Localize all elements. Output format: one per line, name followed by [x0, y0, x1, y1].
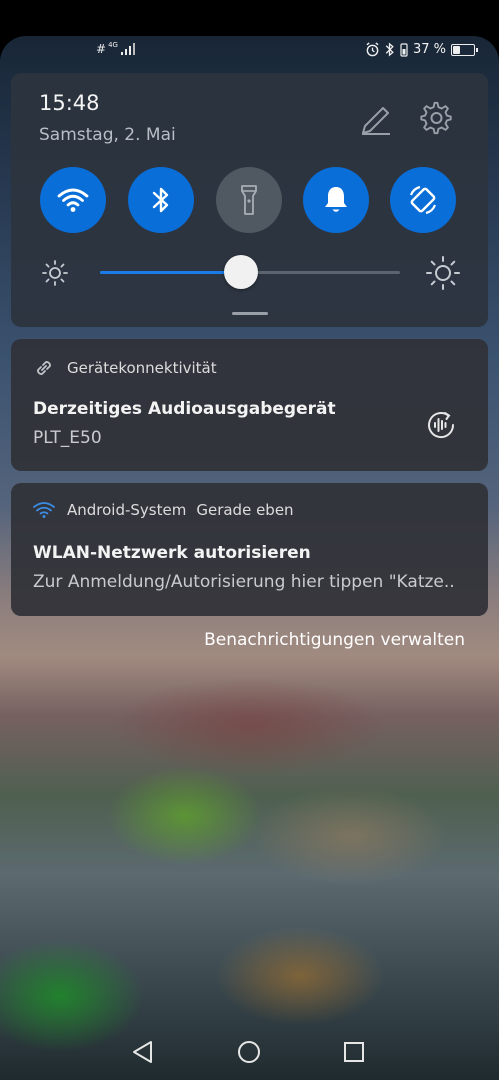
quick-settings-panel: 15:48 Samstag, 2. Mai — [11, 73, 488, 327]
wifi-icon — [57, 188, 89, 212]
notification-title: Derzeitiges Audioausgabegerät — [33, 399, 336, 419]
battery-level-fill — [453, 45, 460, 54]
notification-time: Gerade eben — [196, 501, 294, 519]
audio-switch-icon[interactable] — [424, 408, 458, 442]
alarm-icon — [366, 42, 379, 57]
battery-percent: 37 % — [412, 42, 446, 57]
notification-header: Android-System Gerade eben — [33, 501, 294, 519]
recents-icon[interactable] — [343, 1041, 365, 1063]
status-right: 37 % — [365, 42, 478, 57]
home-icon[interactable] — [237, 1040, 261, 1064]
sound-toggle[interactable] — [303, 167, 369, 233]
flashlight-toggle[interactable] — [216, 167, 282, 233]
settings-gear-icon[interactable] — [419, 101, 455, 137]
clock-time[interactable]: 15:48 — [39, 91, 100, 115]
network-type: 4G — [108, 41, 118, 49]
hash-icon: # — [96, 42, 107, 56]
notification-app-name: Android-System — [67, 501, 187, 519]
notification-header: Gerätekonnektivität — [33, 357, 217, 379]
notification-body: PLT_E50 — [33, 428, 102, 448]
brightness-slider-fill — [100, 271, 241, 274]
back-icon[interactable] — [131, 1040, 155, 1064]
auto-rotate-icon — [409, 185, 437, 215]
edit-pencil-icon[interactable] — [359, 103, 393, 137]
bluetooth-toggle[interactable] — [128, 167, 194, 233]
date-label[interactable]: Samstag, 2. Mai — [39, 125, 176, 145]
brightness-low-icon — [42, 260, 68, 286]
signal-icon — [120, 43, 135, 55]
notification-android-system[interactable]: Android-System Gerade eben WLAN-Netzwerk… — [11, 483, 488, 616]
flashlight-icon — [241, 185, 257, 215]
phone-battery-small-icon — [400, 43, 408, 57]
brightness-slider[interactable] — [100, 255, 400, 289]
notification-title: WLAN-Netzwerk autorisieren — [33, 543, 311, 563]
brightness-slider-thumb[interactable] — [224, 255, 258, 289]
manage-notifications-link[interactable]: Benachrichtigungen verwalten — [204, 630, 465, 650]
notification-app-name: Gerätekonnektivität — [67, 359, 217, 377]
bluetooth-status-icon — [385, 42, 394, 57]
notification-device-connectivity[interactable]: Gerätekonnektivität Derzeitiges Audioaus… — [11, 339, 488, 471]
auto-rotate-toggle[interactable] — [390, 167, 456, 233]
notification-body: Zur Anmeldung/Autorisierung hier tippen … — [33, 572, 455, 592]
brightness-high-icon — [426, 256, 460, 290]
expand-handle[interactable] — [232, 312, 268, 315]
status-bar: # 4G 37 % — [0, 36, 499, 66]
wifi-alert-icon — [33, 502, 55, 518]
battery-icon — [451, 43, 478, 56]
link-icon — [37, 361, 51, 375]
status-left: # 4G — [96, 41, 136, 56]
wifi-toggle[interactable] — [40, 167, 106, 233]
bluetooth-icon — [152, 187, 169, 213]
bell-icon — [325, 187, 347, 212]
